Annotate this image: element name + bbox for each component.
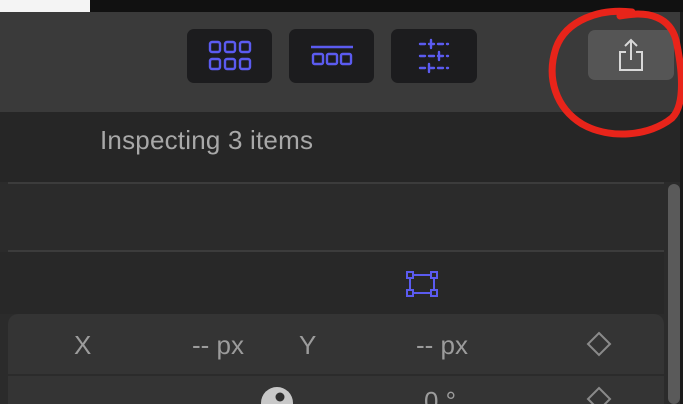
selection-rectangle-icon[interactable] [406, 271, 438, 297]
grid-view-button[interactable] [187, 29, 272, 83]
rotation-row: 0 ° [8, 374, 664, 404]
filmstrip-view-icon [310, 45, 353, 66]
empty-section [0, 184, 664, 250]
x-value[interactable]: -- px [192, 330, 244, 361]
sliders-icon [418, 38, 450, 74]
toolbar [0, 12, 683, 112]
filmstrip-view-button[interactable] [289, 29, 374, 83]
scrollbar[interactable] [668, 184, 680, 404]
y-label: Y [299, 330, 317, 360]
position-row: X -- px Y -- px [8, 314, 664, 374]
keyframe-diamond-icon[interactable] [586, 386, 612, 404]
top-strip-dark [90, 0, 683, 12]
rotation-value[interactable]: 0 ° [424, 386, 456, 404]
grid-view-icon [208, 40, 251, 71]
inspector-screen: Inspecting 3 items X -- px Y -- px 0 ° [0, 0, 683, 404]
inspector-button[interactable] [391, 29, 477, 83]
share-icon [619, 38, 643, 71]
share-button[interactable] [588, 30, 674, 80]
y-value[interactable]: -- px [416, 330, 468, 361]
inspector-title: Inspecting 3 items [100, 125, 314, 155]
x-label: X [74, 330, 92, 360]
rotation-dial-icon[interactable] [260, 386, 294, 404]
keyframe-diamond-icon[interactable] [586, 331, 612, 357]
transform-section-header [0, 252, 664, 314]
